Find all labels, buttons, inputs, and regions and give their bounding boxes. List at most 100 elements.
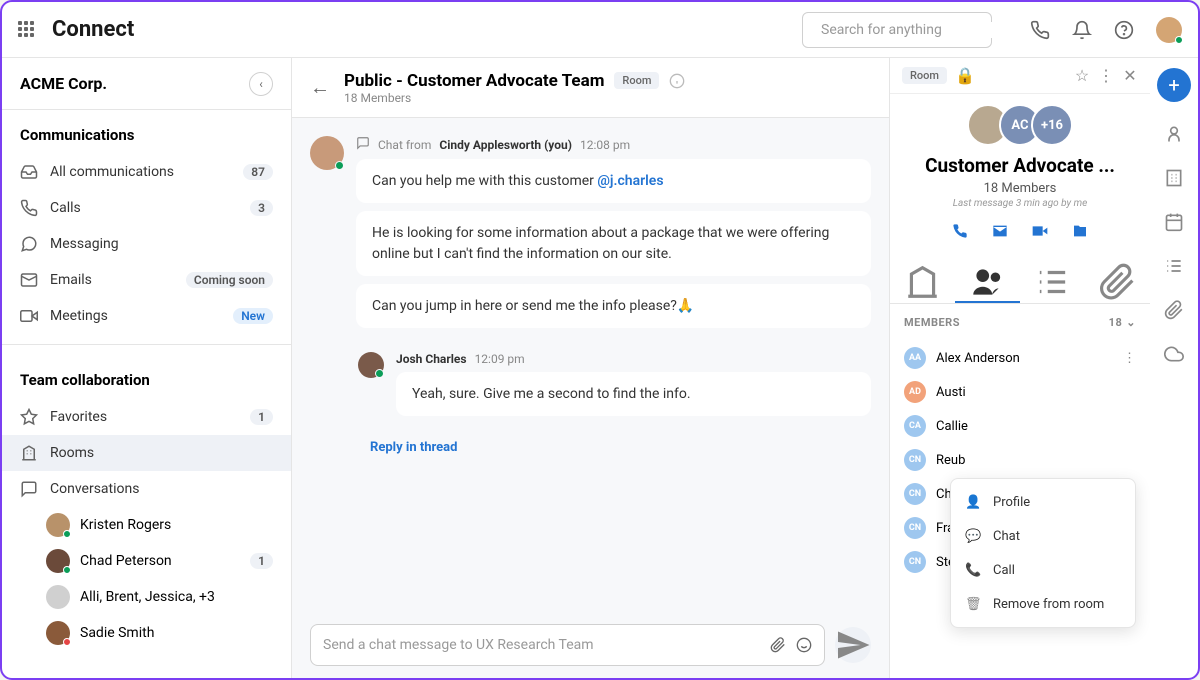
- create-button[interactable]: +: [1157, 68, 1191, 102]
- room-hero: AC +16 Customer Advocate ... 18 Members …: [890, 94, 1150, 251]
- composer-input[interactable]: [323, 637, 770, 653]
- chat-header: ← Public - Customer Advocate Team Room 1…: [292, 58, 889, 118]
- room-member-count: 18 Members: [904, 181, 1136, 196]
- tab-tasks[interactable]: [1020, 263, 1085, 303]
- global-search[interactable]: [802, 12, 992, 48]
- close-icon[interactable]: ✕: [1122, 66, 1138, 85]
- trash-icon: 🗑: [965, 597, 981, 612]
- attachment-icon[interactable]: [770, 635, 786, 655]
- message-bubble: Yeah, sure. Give me a second to find the…: [396, 372, 871, 416]
- message-avatar[interactable]: [358, 352, 384, 378]
- chat-icon: 💬: [965, 529, 981, 544]
- status-badge: Coming soon: [186, 272, 273, 288]
- emoji-icon[interactable]: [796, 635, 812, 655]
- composer-input-wrap[interactable]: [310, 624, 825, 666]
- building-icon: [20, 444, 38, 462]
- star-icon: [20, 408, 38, 426]
- member-row[interactable]: CACallie: [890, 409, 1150, 443]
- apps-launcher-icon[interactable]: [18, 21, 36, 39]
- tasks-rail-icon[interactable]: [1164, 254, 1184, 278]
- message-bubble: Can you jump in here or send me the info…: [356, 284, 871, 328]
- divider: [2, 344, 291, 345]
- user-mention[interactable]: @j.charles: [597, 173, 663, 189]
- nav-rooms[interactable]: Rooms: [2, 435, 291, 471]
- conversation-item[interactable]: Sadie Smith: [2, 615, 291, 651]
- video-icon: [20, 307, 38, 325]
- ctx-remove[interactable]: 🗑Remove from room: [951, 587, 1135, 621]
- nav-favorites[interactable]: Favorites 1: [2, 399, 291, 435]
- call-action[interactable]: [952, 221, 968, 241]
- ctx-profile[interactable]: 👤Profile: [951, 485, 1135, 519]
- nav-label: All communications: [50, 164, 231, 180]
- member-avatar: CN: [904, 449, 926, 471]
- avatar-stack[interactable]: AC +16: [904, 104, 1136, 146]
- bell-icon[interactable]: [1072, 20, 1092, 40]
- phone-icon[interactable]: [1030, 20, 1050, 40]
- detail-tabs: [890, 263, 1150, 304]
- phone-icon: 📞: [965, 563, 981, 578]
- profile-rail-icon[interactable]: [1164, 122, 1184, 146]
- conversation-item[interactable]: Chad Peterson 1: [2, 543, 291, 579]
- count-badge: 1: [250, 409, 273, 425]
- help-icon[interactable]: [1114, 20, 1134, 40]
- nav-meetings[interactable]: Meetings New: [2, 298, 291, 334]
- members-count[interactable]: 18 ⌄: [1109, 316, 1136, 329]
- message-avatar[interactable]: [310, 136, 344, 170]
- message-group: Chat from Cindy Applesworth (you) 12:08 …: [310, 136, 871, 336]
- chat-subtitle: 18 Members: [344, 91, 871, 105]
- org-header: ACME Corp. ‹: [2, 58, 291, 110]
- details-header: Room 🔒 ☆ ⋮ ✕: [890, 58, 1150, 94]
- email-action[interactable]: [992, 221, 1008, 241]
- conversation-item[interactable]: Kristen Rogers: [2, 507, 291, 543]
- message-time: 12:09 pm: [475, 352, 525, 366]
- send-button[interactable]: [835, 627, 871, 663]
- member-more-icon[interactable]: ⋮: [1123, 351, 1136, 366]
- tab-members[interactable]: [955, 263, 1020, 303]
- member-avatar: AD: [904, 381, 926, 403]
- chat-pane: ← Public - Customer Advocate Team Room 1…: [292, 58, 890, 678]
- chat-action[interactable]: [1072, 221, 1088, 241]
- member-row[interactable]: AAAlex Anderson⋮: [890, 341, 1150, 375]
- ctx-chat[interactable]: 💬Chat: [951, 519, 1135, 553]
- lock-icon: 🔒: [955, 66, 971, 85]
- current-user-avatar[interactable]: [1156, 17, 1182, 43]
- chat-messages: Chat from Cindy Applesworth (you) 12:08 …: [292, 118, 889, 612]
- cloud-rail-icon[interactable]: [1164, 342, 1184, 366]
- message-bubble: Can you help me with this customer @j.ch…: [356, 159, 871, 203]
- group-avatar: [46, 585, 70, 609]
- video-action[interactable]: [1032, 221, 1048, 241]
- info-icon[interactable]: [669, 71, 685, 91]
- right-rail: +: [1150, 58, 1198, 678]
- back-button[interactable]: ←: [310, 75, 330, 100]
- star-icon[interactable]: ☆: [1074, 66, 1090, 85]
- reply-in-thread-link[interactable]: Reply in thread: [370, 440, 871, 455]
- message-icon: [20, 235, 38, 253]
- calendar-rail-icon[interactable]: [1164, 210, 1184, 234]
- topbar-actions: [1030, 17, 1182, 43]
- org-name: ACME Corp.: [20, 74, 107, 93]
- chevron-down-icon: ⌄: [1126, 316, 1136, 329]
- building-rail-icon[interactable]: [1164, 166, 1184, 190]
- member-row[interactable]: ADAusti: [890, 375, 1150, 409]
- member-avatar: CN: [904, 551, 926, 573]
- attachment-rail-icon[interactable]: [1164, 298, 1184, 322]
- member-name: Reub: [936, 453, 965, 468]
- nav-calls[interactable]: Calls 3: [2, 190, 291, 226]
- nav-label: Favorites: [50, 409, 238, 425]
- ctx-call[interactable]: 📞Call: [951, 553, 1135, 587]
- tab-overview[interactable]: [890, 263, 955, 303]
- tab-files[interactable]: [1085, 263, 1150, 303]
- message-time: 12:08 pm: [580, 138, 630, 152]
- room-details-pane: Room 🔒 ☆ ⋮ ✕ AC +16 Customer Advocate ..…: [890, 58, 1150, 678]
- nav-emails[interactable]: Emails Coming soon: [2, 262, 291, 298]
- room-name: Customer Advocate ...: [904, 154, 1136, 177]
- conversation-item[interactable]: Alli, Brent, Jessica, +3: [2, 579, 291, 615]
- nav-all-communications[interactable]: All communications 87: [2, 154, 291, 190]
- nav-messaging[interactable]: Messaging: [2, 226, 291, 262]
- member-row[interactable]: CN Reub: [890, 443, 1150, 477]
- nav-conversations[interactable]: Conversations: [2, 471, 291, 507]
- more-icon[interactable]: ⋮: [1098, 66, 1114, 85]
- collapse-sidebar-button[interactable]: ‹: [249, 72, 273, 96]
- room-actions: [904, 221, 1136, 241]
- search-input[interactable]: [821, 22, 999, 38]
